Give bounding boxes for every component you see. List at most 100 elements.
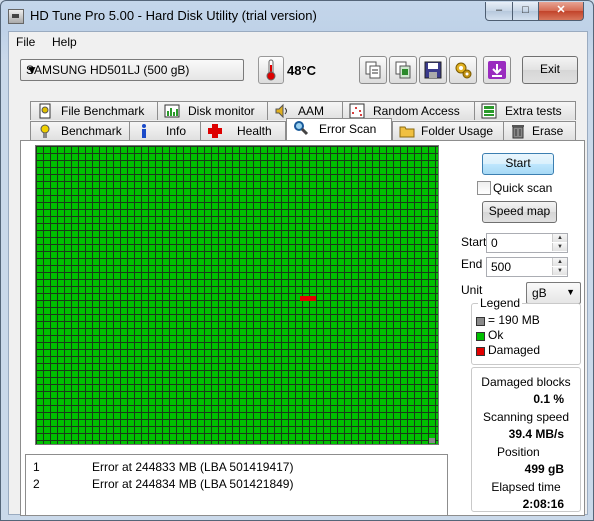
tab-label: Health <box>237 124 272 138</box>
save-button[interactable] <box>419 56 447 84</box>
spin-down-icon[interactable]: ▼ <box>552 267 567 275</box>
spin-up-icon[interactable]: ▲ <box>552 258 567 266</box>
quick-scan-label: Quick scan <box>493 181 553 195</box>
error-scan-panel: 1 Error at 244833 MB (LBA 501419417) 2 E… <box>20 140 585 516</box>
tab-label: Erase <box>532 124 564 138</box>
chevron-down-icon: ▼ <box>566 287 575 297</box>
close-button[interactable]: ✕ <box>538 2 584 21</box>
tab-disk-monitor[interactable]: Disk monitor <box>157 101 268 120</box>
quick-scan-checkbox[interactable] <box>477 181 491 195</box>
drive-dropdown[interactable]: SAMSUNG HD501LJ (500 gB) ▼ <box>20 59 244 81</box>
tab-info[interactable]: Info <box>129 121 201 140</box>
info-icon <box>136 123 152 139</box>
scan-block-map <box>35 145 439 445</box>
tab-health[interactable]: Health <box>200 121 286 140</box>
speed-map-button[interactable]: Speed map <box>482 201 557 223</box>
tab-label: Folder Usage <box>421 124 494 138</box>
tab-label: File Benchmark <box>61 104 145 118</box>
legend-damaged: Damaged <box>488 343 541 357</box>
maximize-button[interactable]: □ <box>512 2 539 21</box>
error-row-number: 2 <box>33 477 40 491</box>
tab-label: Random Access <box>373 104 460 118</box>
position-label: Position <box>497 445 540 459</box>
tab-extra-tests[interactable]: Extra tests <box>474 101 576 120</box>
random-access-icon <box>349 103 365 119</box>
unit-value: gB <box>532 286 547 300</box>
trash-icon <box>510 123 526 139</box>
benchmark-icon <box>37 123 53 139</box>
legend-block-size: = 190 MB <box>488 313 540 327</box>
scanning-speed-label: Scanning speed <box>482 410 570 424</box>
menu-bar: File Help <box>9 32 587 52</box>
menu-file[interactable]: File <box>16 35 35 49</box>
error-row-number: 1 <box>33 460 40 474</box>
spin-up-icon[interactable]: ▲ <box>552 234 567 242</box>
tab-label: Error Scan <box>319 122 377 136</box>
window-title: HD Tune Pro 5.00 - Hard Disk Utility (tr… <box>30 8 317 23</box>
download-icon <box>488 61 506 79</box>
magnifier-icon <box>293 120 309 136</box>
spin-down-icon[interactable]: ▼ <box>552 243 567 251</box>
error-row-text: Error at 244834 MB (LBA 501421849) <box>92 477 294 491</box>
legend-title: Legend <box>478 296 523 310</box>
legend-swatch-block <box>476 317 485 326</box>
error-row-text: Error at 244833 MB (LBA 501419417) <box>92 460 294 474</box>
disk-monitor-icon <box>164 103 180 119</box>
file-benchmark-icon <box>37 103 53 119</box>
menu-help[interactable]: Help <box>52 35 77 49</box>
legend-ok: Ok <box>488 328 504 342</box>
start-button[interactable]: Start <box>482 153 554 175</box>
unit-label: Unit <box>461 283 483 297</box>
position-value: 499 gB <box>524 462 564 476</box>
unit-dropdown[interactable]: gB ▼ <box>526 282 581 304</box>
copy-text-button[interactable] <box>359 56 387 84</box>
end-field-label: End <box>461 257 483 271</box>
legend-swatch-ok <box>476 332 485 341</box>
scanning-speed-value: 39.4 MB/s <box>508 427 564 441</box>
start-value: 0 <box>491 236 498 250</box>
download-button[interactable] <box>483 56 511 84</box>
tab-folder-usage[interactable]: Folder Usage <box>392 121 504 140</box>
tab-error-scan[interactable]: Error Scan <box>286 118 392 140</box>
end-value: 500 <box>491 260 512 274</box>
elapsed-time-value: 2:08:16 <box>522 497 564 511</box>
tab-erase[interactable]: Erase <box>503 121 576 140</box>
temperature-readout: 48°C <box>287 63 317 78</box>
tab-benchmark[interactable]: Benchmark <box>30 121 130 140</box>
minimize-button[interactable]: – <box>485 2 513 21</box>
damaged-blocks-label: Damaged blocks <box>481 375 571 389</box>
start-spinbox[interactable]: 0 ▲ ▼ <box>486 233 568 253</box>
copy-text-icon <box>365 61 381 79</box>
thermometer-icon <box>258 56 284 84</box>
title-bar[interactable]: HD Tune Pro 5.00 - Hard Disk Utility (tr… <box>1 1 593 31</box>
speaker-icon <box>274 103 290 119</box>
end-spinbox[interactable]: 500 ▲ ▼ <box>486 257 568 277</box>
tab-label: Extra tests <box>505 104 562 118</box>
unscanned-block <box>429 438 435 443</box>
options-icon <box>455 62 472 79</box>
folder-icon <box>399 123 415 139</box>
exit-button[interactable]: Exit <box>522 56 578 84</box>
tab-file-benchmark[interactable]: File Benchmark <box>30 101 158 120</box>
tab-label: AAM <box>298 104 325 118</box>
tab-label: Benchmark <box>61 124 122 138</box>
options-button[interactable] <box>449 56 477 84</box>
client-area: File Help SAMSUNG HD501LJ (500 gB) ▼ 48°… <box>8 31 588 516</box>
damaged-blocks-value: 0.1 % <box>533 392 564 406</box>
save-icon <box>424 61 442 79</box>
copy-screenshot-icon <box>395 61 411 79</box>
app-icon <box>8 9 24 24</box>
tab-label: Disk monitor <box>188 104 255 118</box>
legend-swatch-damaged <box>476 347 485 356</box>
health-cross-icon <box>207 123 223 139</box>
app-window: HD Tune Pro 5.00 - Hard Disk Utility (tr… <box>0 0 594 521</box>
start-field-label: Start <box>461 235 487 249</box>
elapsed-time-label: Elapsed time <box>491 480 561 494</box>
stats-box: Damaged blocks 0.1 % Scanning speed 39.4… <box>471 367 581 512</box>
error-list[interactable]: 1 Error at 244833 MB (LBA 501419417) 2 E… <box>25 454 448 516</box>
copy-screenshot-button[interactable] <box>389 56 417 84</box>
extra-tests-icon <box>481 103 497 119</box>
damaged-block <box>300 296 316 301</box>
tab-label: Info <box>166 124 187 138</box>
chevron-down-icon: ▼ <box>26 63 38 77</box>
